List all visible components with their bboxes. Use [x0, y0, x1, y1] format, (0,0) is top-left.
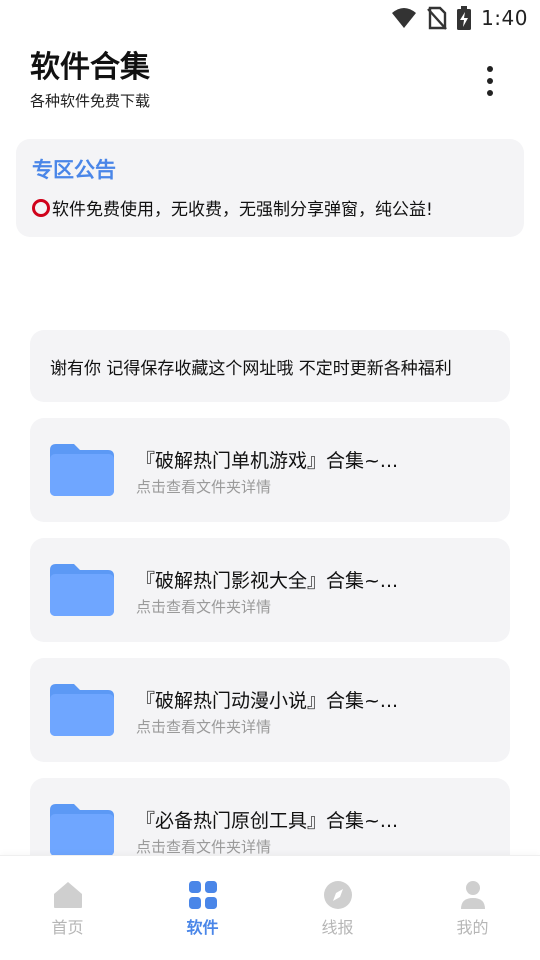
- folder-subtitle: 点击查看文件夹详情: [136, 478, 272, 496]
- folder-title: 『破解热门单机游戏』合集~...: [136, 450, 399, 472]
- bottom-nav: 首页 软件 线报 我的: [0, 855, 540, 960]
- nav-label: 我的: [456, 918, 489, 937]
- marquee-text: 谢有你 记得保存收藏这个网址哦 不定时更新各种福利: [50, 358, 452, 379]
- status-bar: 1:40: [0, 0, 540, 36]
- nav-item-software[interactable]: 软件: [135, 856, 270, 938]
- notice-card: 专区公告 软件免费使用，无收费，无强制分享弹窗，纯公益!: [16, 139, 524, 237]
- folder-title: 『破解热门动漫小说』合集~...: [136, 690, 399, 712]
- folder-title: 『必备热门原创工具』合集~...: [136, 810, 399, 832]
- app-header: 软件合集 各种软件免费下载: [30, 48, 520, 118]
- folder-icon: [50, 684, 114, 736]
- folder-title: 『破解热门影视大全』合集~...: [136, 570, 399, 592]
- folder-item[interactable]: 『破解热门动漫小说』合集~... 点击查看文件夹详情: [30, 658, 510, 762]
- notice-body: 软件免费使用，无收费，无强制分享弹窗，纯公益!: [32, 195, 508, 220]
- folder-subtitle: 点击查看文件夹详情: [136, 718, 272, 736]
- folder-subtitle: 点击查看文件夹详情: [136, 598, 272, 616]
- status-time: 1:40: [481, 6, 528, 30]
- page-subtitle: 各种软件免费下载: [30, 92, 151, 110]
- more-vertical-icon[interactable]: [480, 66, 500, 96]
- battery-charging-icon: [457, 6, 472, 30]
- home-icon: [53, 880, 83, 910]
- notice-text: 软件免费使用，无收费，无强制分享弹窗，纯公益!: [52, 200, 433, 220]
- grid-icon: [188, 880, 218, 910]
- user-icon: [458, 880, 488, 910]
- folder-icon: [50, 564, 114, 616]
- nav-item-profile[interactable]: 我的: [405, 856, 540, 938]
- nav-item-home[interactable]: 首页: [0, 856, 135, 938]
- nav-label: 首页: [51, 918, 84, 937]
- folder-icon: [50, 444, 114, 496]
- no-sim-icon: [427, 6, 447, 30]
- folder-item[interactable]: 『破解热门单机游戏』合集~... 点击查看文件夹详情: [30, 418, 510, 522]
- folder-item[interactable]: 『破解热门影视大全』合集~... 点击查看文件夹详情: [30, 538, 510, 642]
- folder-icon: [50, 804, 114, 856]
- nav-label: 软件: [186, 918, 219, 937]
- nav-item-news[interactable]: 线报: [270, 856, 405, 938]
- folder-subtitle: 点击查看文件夹详情: [136, 838, 272, 856]
- nav-label: 线报: [321, 918, 354, 937]
- compass-icon: [323, 880, 353, 910]
- wifi-icon: [391, 7, 417, 29]
- marquee-card[interactable]: 谢有你 记得保存收藏这个网址哦 不定时更新各种福利: [30, 330, 510, 402]
- notice-title: 专区公告: [32, 158, 116, 182]
- circle-icon: [32, 198, 50, 217]
- page-title: 软件合集: [30, 50, 150, 85]
